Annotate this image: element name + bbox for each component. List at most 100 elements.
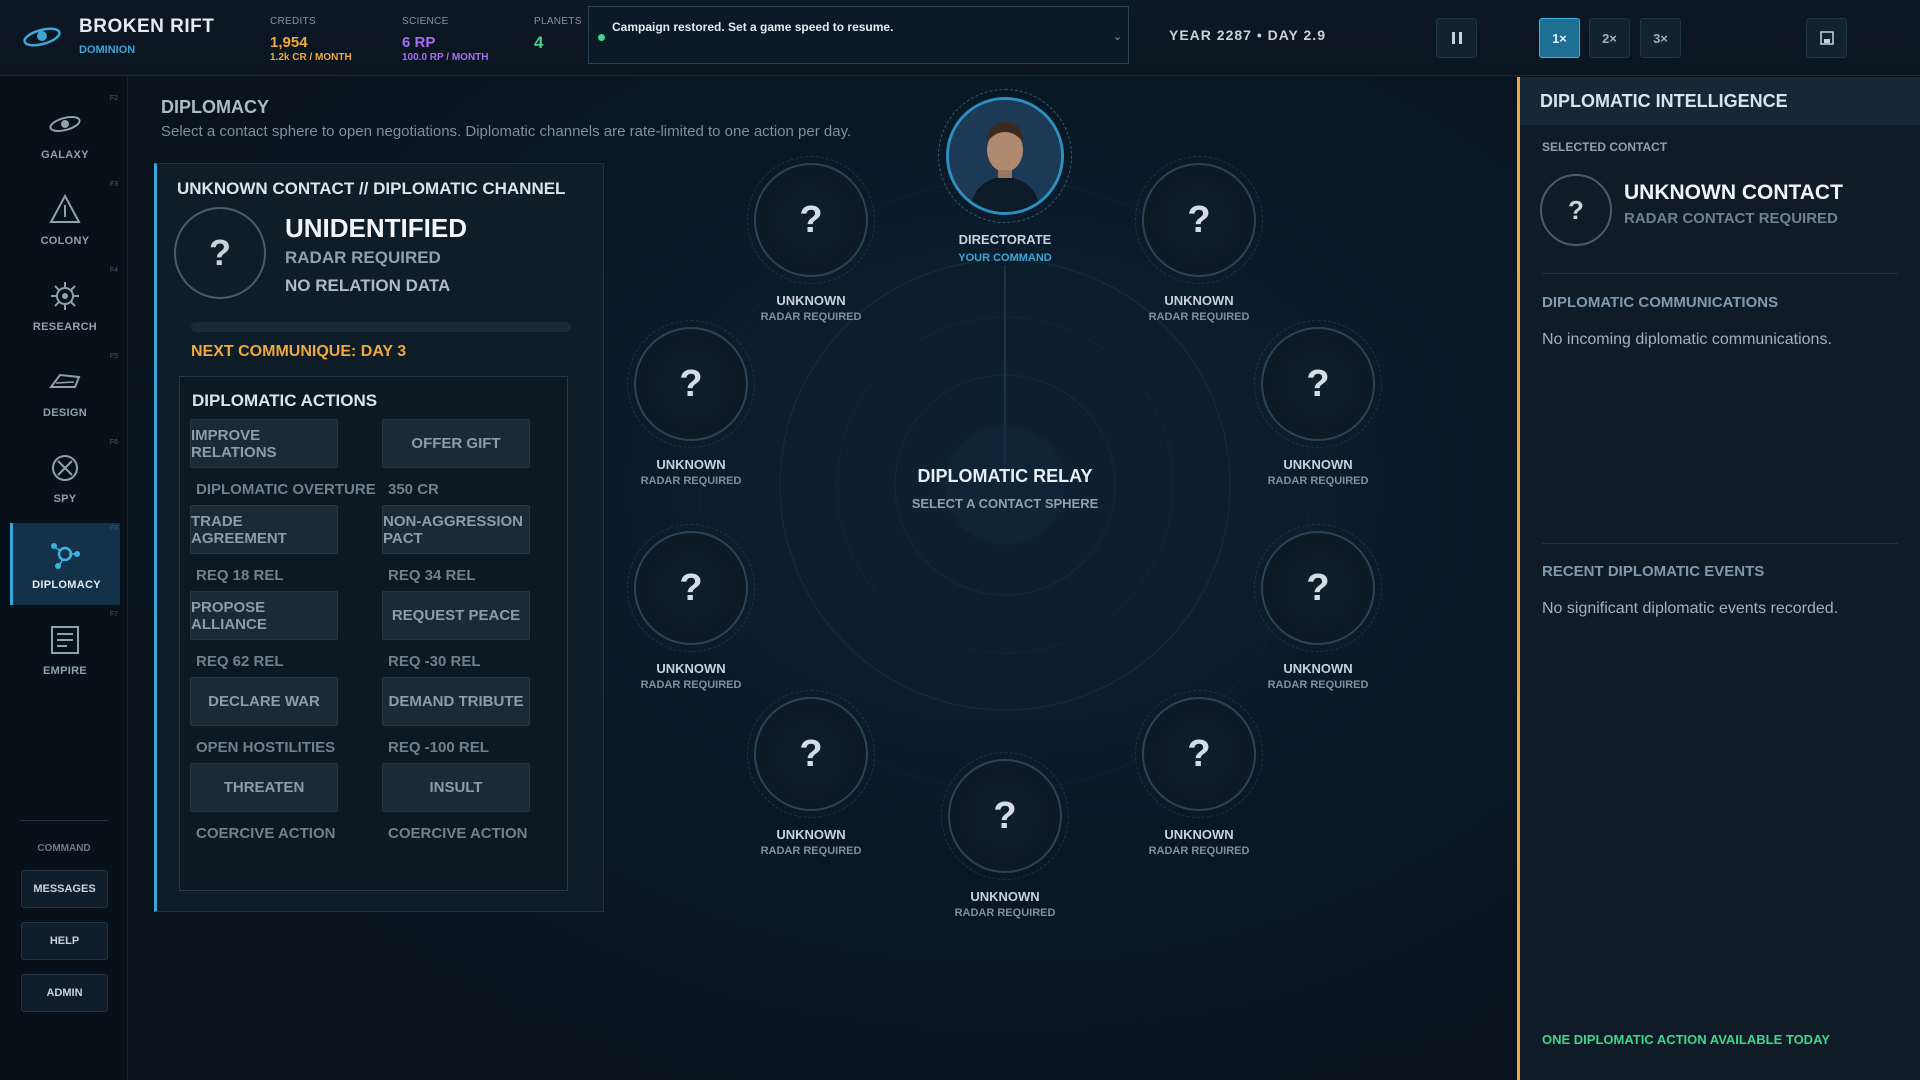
- diplomacy-icon: [51, 543, 80, 569]
- sidebar-item-label: GALAXY: [41, 149, 89, 161]
- speed-2x-button[interactable]: 2×: [1589, 18, 1630, 58]
- sidebar-item-diplomacy[interactable]: F8 DIPLOMACY: [10, 523, 120, 605]
- sidebar-item-label: COLONY: [40, 235, 90, 247]
- action-caption: COERCIVE ACTION: [388, 825, 528, 842]
- directorate-name: DIRECTORATE: [958, 232, 1052, 247]
- sidebar-divider: [20, 820, 108, 821]
- contact-name: UNIDENTIFIED: [285, 213, 467, 243]
- admin-button[interactable]: ADMIN: [21, 974, 108, 1012]
- non-aggression-pact-button[interactable]: NON-AGGRESSION PACT: [382, 505, 530, 554]
- top-bar: BROKEN RIFT DOMINION CREDITS 1,954 1.2k …: [0, 0, 1920, 76]
- contact-status: RADAR REQUIRED: [285, 248, 441, 267]
- credits-stat: CREDITS 1,954 1.2k CR / MONTH: [270, 16, 352, 63]
- sidebar: F2 GALAXY F3 COLONY F4 RESEARCH F5 DESIG…: [0, 77, 128, 1080]
- sidebar-item-colony[interactable]: F3 COLONY: [10, 179, 120, 261]
- hotkey-label: F3: [109, 181, 118, 188]
- contact-name: UNKNOWN: [776, 293, 846, 308]
- contact-name: UNKNOWN: [1283, 457, 1353, 472]
- sidebar-item-label: DESIGN: [43, 407, 87, 419]
- sidebar-item-spy[interactable]: F6 SPY: [10, 437, 120, 519]
- declare-war-button[interactable]: DECLARE WAR: [190, 677, 338, 726]
- unknown-contact-icon: ?: [1261, 327, 1375, 441]
- propose-alliance-button[interactable]: PROPOSE ALLIANCE: [190, 591, 338, 640]
- pause-button[interactable]: [1436, 18, 1477, 58]
- page-title: DIPLOMACY: [161, 97, 269, 117]
- contact-avatar: ?: [174, 207, 266, 299]
- contact-status: RADAR REQUIRED: [760, 311, 862, 323]
- contact-name: UNKNOWN: [656, 661, 726, 676]
- hotkey-label: F8: [109, 525, 118, 532]
- science-label: SCIENCE: [402, 16, 449, 27]
- planets-label: PLANETS: [534, 16, 582, 27]
- planets-stat: PLANETS 4: [534, 16, 582, 53]
- contact-status: RADAR REQUIRED: [640, 679, 742, 691]
- sidebar-item-research[interactable]: F4 RESEARCH: [10, 265, 120, 347]
- directorate-subtitle: YOUR COMMAND: [958, 252, 1052, 264]
- hotkey-label: F6: [109, 439, 118, 446]
- comms-text: No incoming diplomatic communications.: [1542, 331, 1832, 348]
- contact-name: UNKNOWN: [656, 457, 726, 472]
- logo-icon: [23, 27, 61, 47]
- relation-status: NO RELATION DATA: [285, 276, 451, 295]
- hotkey-label: F7: [109, 611, 118, 618]
- status-message-box[interactable]: Campaign restored. Set a game speed to r…: [588, 6, 1129, 64]
- save-button[interactable]: [1806, 18, 1847, 58]
- events-text: No significant diplomatic events recorde…: [1542, 600, 1839, 617]
- research-icon: [51, 282, 79, 310]
- chevron-down-icon[interactable]: ⌄: [1113, 30, 1122, 43]
- contact-name: UNKNOWN: [776, 827, 846, 842]
- request-peace-button[interactable]: REQUEST PEACE: [382, 591, 530, 640]
- hotkey-label: F2: [109, 95, 118, 102]
- unknown-contact-icon: ?: [754, 697, 868, 811]
- unknown-contact-icon: ?: [634, 327, 748, 441]
- app-title: BROKEN RIFT: [79, 16, 215, 37]
- contact-status: RADAR REQUIRED: [640, 475, 742, 487]
- status-message: Campaign restored. Set a game speed to r…: [612, 20, 894, 34]
- sidebar-item-galaxy[interactable]: F2 GALAXY: [10, 93, 120, 175]
- unknown-contact-icon: ?: [1142, 163, 1256, 277]
- speed-3x-button[interactable]: 3×: [1640, 18, 1681, 58]
- sidebar-item-empire[interactable]: F7 EMPIRE: [10, 609, 120, 691]
- design-icon: [49, 373, 81, 388]
- credits-rate: 1.2k CR / MONTH: [270, 52, 352, 63]
- action-caption: REQ 62 REL: [196, 653, 284, 670]
- science-stat: SCIENCE 6 RP 100.0 RP / MONTH: [402, 16, 489, 63]
- help-button[interactable]: HELP: [21, 922, 108, 960]
- hotkey-label: F5: [109, 353, 118, 360]
- trade-agreement-button[interactable]: TRADE AGREEMENT: [190, 505, 338, 554]
- contact-status: RADAR REQUIRED: [1267, 475, 1369, 487]
- threaten-button[interactable]: THREATEN: [190, 763, 338, 812]
- action-caption: REQ -100 REL: [388, 739, 489, 756]
- hotkey-label: F4: [109, 267, 118, 274]
- demand-tribute-button[interactable]: DEMAND TRIBUTE: [382, 677, 530, 726]
- save-icon: [1819, 31, 1834, 45]
- contact-status: RADAR REQUIRED: [954, 907, 1056, 919]
- directorate-portrait[interactable]: [946, 97, 1064, 215]
- contact-status: RADAR REQUIRED: [1148, 311, 1250, 323]
- improve-relations-button[interactable]: IMPROVE RELATIONS: [190, 419, 338, 468]
- sidebar-item-label: DIPLOMACY: [32, 579, 101, 591]
- relay-subtitle: SELECT A CONTACT SPHERE: [911, 496, 1099, 511]
- game-date: YEAR 2287 • DAY 2.9: [1169, 27, 1326, 43]
- speed-1x-button[interactable]: 1×: [1539, 18, 1580, 58]
- action-availability: ONE DIPLOMATIC ACTION AVAILABLE TODAY: [1542, 1032, 1830, 1047]
- credits-value: 1,954: [270, 34, 308, 51]
- diplomatic-channel-panel: UNKNOWN CONTACT // DIPLOMATIC CHANNEL ? …: [154, 163, 604, 912]
- relay-title: DIPLOMATIC RELAY: [917, 466, 1093, 486]
- selected-contact-avatar: ?: [1540, 174, 1612, 246]
- contact-name: UNKNOWN: [1283, 661, 1353, 676]
- contact-status: RADAR REQUIRED: [1267, 679, 1369, 691]
- unknown-contact-icon: ?: [948, 759, 1062, 873]
- diplomatic-actions-box: DIPLOMATIC ACTIONS IMPROVE RELATIONS OFF…: [179, 376, 568, 891]
- sidebar-item-design[interactable]: F5 DESIGN: [10, 351, 120, 433]
- action-caption: REQ 34 REL: [388, 567, 476, 584]
- messages-button[interactable]: MESSAGES: [21, 870, 108, 908]
- unknown-contact-icon: ?: [1261, 531, 1375, 645]
- action-caption: 350 CR: [388, 481, 439, 498]
- credits-label: CREDITS: [270, 16, 316, 27]
- unknown-contact-icon: ?: [754, 163, 868, 277]
- section-divider: [1542, 543, 1898, 544]
- science-rate: 100.0 RP / MONTH: [402, 52, 489, 63]
- insult-button[interactable]: INSULT: [382, 763, 530, 812]
- offer-gift-button[interactable]: OFFER GIFT: [382, 419, 530, 468]
